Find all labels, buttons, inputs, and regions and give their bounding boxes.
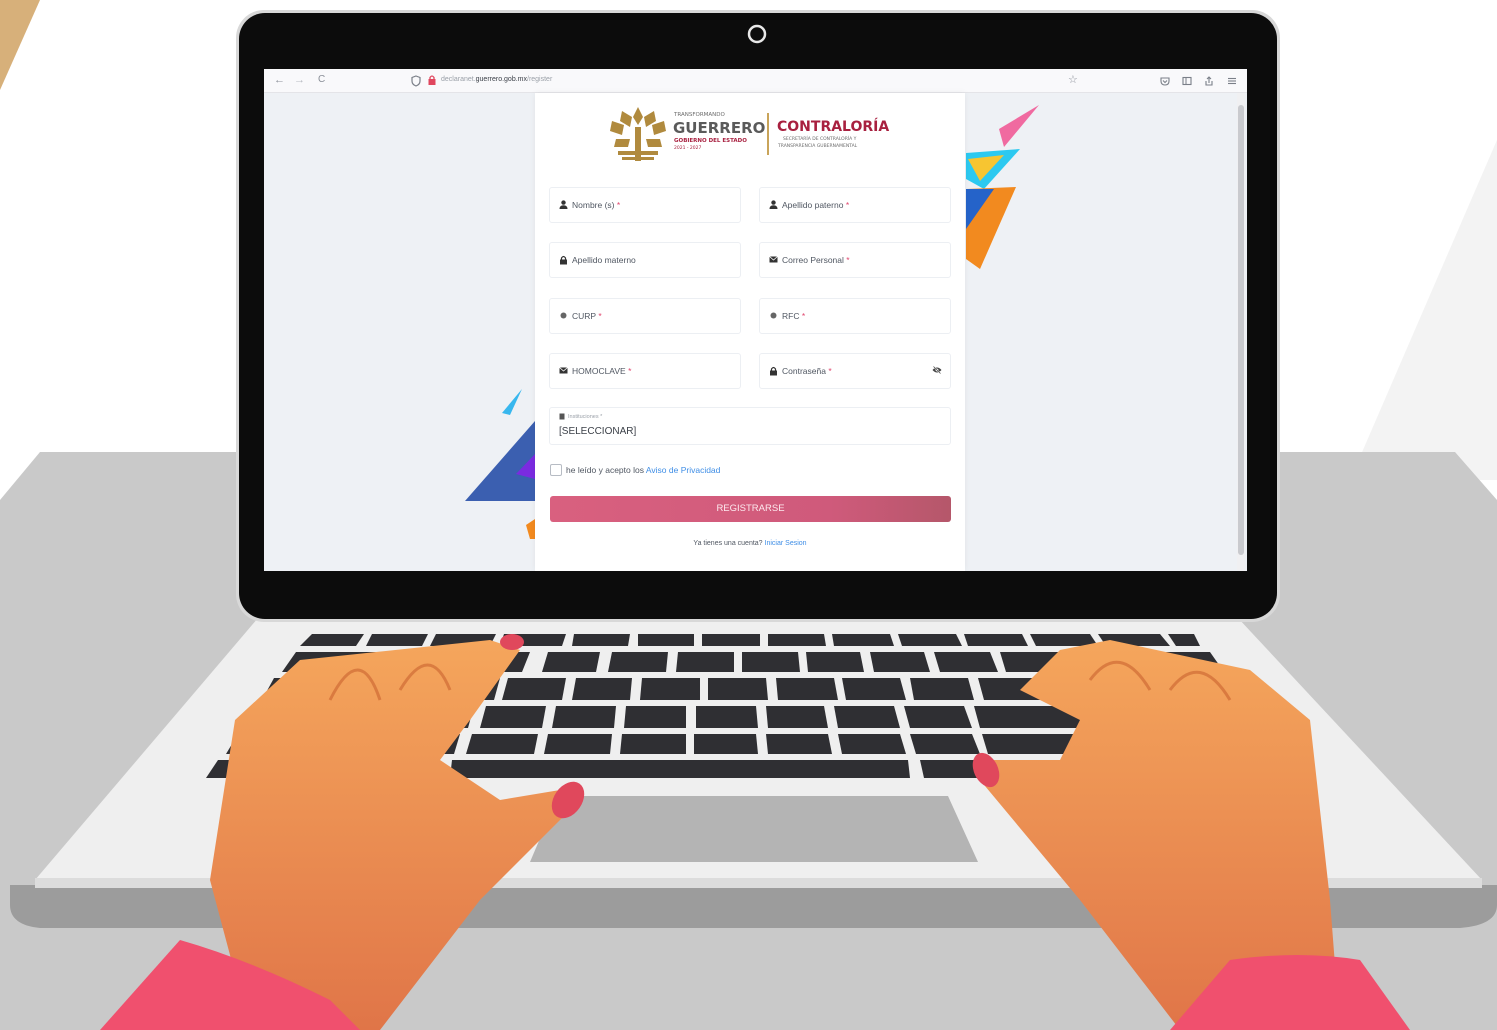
curp-label: CURP * [572,311,602,321]
login-question: Ya tienes una cuenta? [693,540,763,547]
homoclave-field[interactable]: HOMOCLAVE * [549,353,741,389]
instituciones-value: [SELECCIONAR] [559,426,637,437]
instituciones-label: Instituciones * [568,414,603,420]
required-mark: * [846,255,850,265]
logo-agency-sub-1: SECRETARÍA DE CONTRALORÍA Y [783,137,857,142]
logo-agency: CONTRALORÍA [777,119,890,135]
eye-slash-icon[interactable] [932,366,942,374]
rfc-label-text: RFC [782,311,800,321]
address-bar[interactable]: declaranet.guerrero.gob.mx/register [441,75,552,85]
apellido-materno-label: Apellido materno [572,255,636,265]
correo-field[interactable]: Correo Personal * [759,242,951,278]
homoclave-label: HOMOCLAVE * [572,366,631,376]
scrollbar-thumb[interactable] [1238,105,1244,555]
bookmark-star-icon[interactable]: ☆ [1068,73,1078,87]
apellido-materno-field[interactable]: Apellido materno [549,242,741,278]
lock-icon [560,255,567,265]
logo-state: GUERRERO [673,119,766,137]
contrasena-field[interactable]: Contraseña * [759,353,951,389]
privacy-text: he leído y acepto los Aviso de Privacida… [566,464,720,476]
contrasena-label-text: Contraseña [782,366,826,376]
envelope-icon [559,367,568,374]
back-button[interactable]: ← [274,73,285,87]
logo-divider [767,113,769,155]
logo-period: 2021 - 2027 [674,146,702,151]
curp-field[interactable]: CURP * [549,298,741,334]
url-domain: guerrero.gob.mx [475,76,527,83]
required-mark: * [628,366,632,376]
register-card: TRANSFORMANDO GUERRERO GOBIERNO DEL ESTA… [535,93,965,571]
url-path: /register [527,76,553,83]
apellido-paterno-label: Apellido paterno * [782,200,849,210]
scrollbar[interactable] [1237,93,1245,571]
rfc-label: RFC * [782,311,805,321]
lock-icon [428,75,436,85]
login-prompt: Ya tienes una cuenta? Iniciar Sesion [535,539,965,549]
share-icon[interactable] [1204,76,1214,86]
required-mark: * [828,366,832,376]
sidebar-icon[interactable] [1182,76,1192,86]
menu-icon[interactable] [1227,76,1237,86]
login-link[interactable]: Iniciar Sesion [765,540,807,547]
logo-government: GOBIERNO DEL ESTADO [674,138,747,144]
user-icon [769,200,778,209]
browser-window: ← → C declaranet.guerrero.gob.mx/registe… [264,69,1247,571]
apellido-paterno-field[interactable]: Apellido paterno * [759,187,951,223]
apellido-materno-label-text: Apellido materno [572,255,636,265]
correo-label-text: Correo Personal [782,255,844,265]
browser-toolbar: ← → C declaranet.guerrero.gob.mx/registe… [264,69,1247,93]
globe-icon [770,312,777,319]
logo-agency-sub-2: TRANSPARENCIA GUBERNAMENTAL [778,144,858,149]
correo-label: Correo Personal * [782,255,850,265]
register-button[interactable]: REGISTRARSE [550,496,951,522]
required-mark: * [845,200,850,210]
forward-button[interactable]: → [294,73,305,87]
scene: ← → C declaranet.guerrero.gob.mx/registe… [0,0,1497,1030]
logo-header: TRANSFORMANDO GUERRERO GOBIERNO DEL ESTA… [605,105,905,165]
required-mark: * [598,311,602,321]
envelope-icon [769,256,778,263]
bg-decor-right [1350,140,1497,480]
reload-button[interactable]: C [318,73,325,87]
privacy-link[interactable]: Aviso de Privacidad [646,465,721,475]
homoclave-label-text: HOMOCLAVE [572,366,626,376]
rfc-field[interactable]: RFC * [759,298,951,334]
nombre-field[interactable]: Nombre (s) * [549,187,741,223]
required-mark: * [616,200,621,210]
logo-tagline: TRANSFORMANDO [674,112,725,118]
trackpad [530,796,978,862]
nombre-label-text: Nombre (s) [572,200,615,210]
lock-icon [770,366,777,376]
corner-decor [0,0,40,90]
guerrero-emblem-icon [610,107,666,161]
contrasena-label: Contraseña * [782,366,832,376]
shield-icon[interactable] [411,75,421,87]
privacy-checkbox[interactable] [550,464,562,476]
privacy-text-label: he leído y acepto los [566,465,644,475]
globe-icon [560,312,567,319]
apellido-paterno-label-text: Apellido paterno [782,200,844,210]
building-icon [559,413,565,420]
nombre-label: Nombre (s) * [572,200,620,210]
url-prefix: declaranet. [441,76,476,83]
user-icon [559,200,568,209]
pocket-shield-icon[interactable] [1160,76,1170,86]
instituciones-select[interactable]: Instituciones * [SELECCIONAR] [549,407,951,445]
required-mark: * [801,311,806,321]
curp-label-text: CURP [572,311,596,321]
